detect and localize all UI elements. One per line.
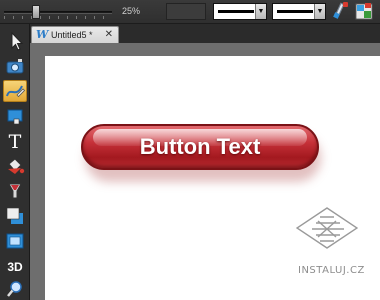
transparency-tool-icon[interactable] <box>3 180 27 202</box>
fill-tool-icon[interactable] <box>3 155 27 177</box>
zoom-tool-icon[interactable] <box>3 278 27 300</box>
top-toolbar: 25% ▼ ▼ <box>0 0 380 24</box>
document-tab[interactable]: W Untitled5 * ✕ <box>31 26 119 43</box>
document-tab-strip: W Untitled5 * ✕ <box>30 24 380 43</box>
chevron-down-icon[interactable]: ▼ <box>314 4 325 19</box>
freehand-tool-icon[interactable] <box>3 80 27 102</box>
canvas-area: Button Text <box>30 43 380 300</box>
zoom-slider-ticks <box>4 16 112 19</box>
rectangle-tool-icon[interactable] <box>3 105 27 127</box>
zoom-slider-thumb[interactable] <box>32 5 40 19</box>
zoom-slider-track <box>4 11 112 14</box>
line-width-dropdown[interactable]: ▼ <box>272 3 326 20</box>
tool-palette: T 3D <box>0 24 30 300</box>
photo-tool-icon[interactable] <box>3 55 27 77</box>
text-tool-icon[interactable]: T <box>3 130 27 153</box>
3d-tool-icon[interactable]: 3D <box>3 255 27 277</box>
button-label: Button Text <box>139 134 261 159</box>
color-grid-icon[interactable] <box>355 2 373 21</box>
document-title: Untitled5 * <box>51 30 93 40</box>
page-canvas[interactable]: Button Text <box>45 56 380 300</box>
line-style-dropdown[interactable]: ▼ <box>213 3 267 20</box>
line-width-preview <box>277 10 313 13</box>
svg-text:T: T <box>9 131 22 152</box>
button-graphic[interactable]: Button Text <box>81 124 319 170</box>
svg-text:3D: 3D <box>7 260 23 274</box>
bevel-tool-icon[interactable] <box>3 230 27 252</box>
pen-icon[interactable] <box>331 2 349 21</box>
selector-tool-icon[interactable] <box>3 30 27 52</box>
watermark-text: INSTALUJ.CZ <box>298 265 365 276</box>
empty-field[interactable] <box>166 3 206 20</box>
close-icon[interactable]: ✕ <box>105 29 113 40</box>
shadow-tool-icon[interactable] <box>3 205 27 227</box>
chevron-down-icon[interactable]: ▼ <box>255 4 266 19</box>
app-logo-icon: W <box>36 28 49 41</box>
zoom-percent-label: 25% <box>122 6 141 16</box>
zoom-slider[interactable] <box>4 5 112 19</box>
watermark-logo-icon <box>295 207 359 249</box>
line-style-preview <box>218 10 254 13</box>
